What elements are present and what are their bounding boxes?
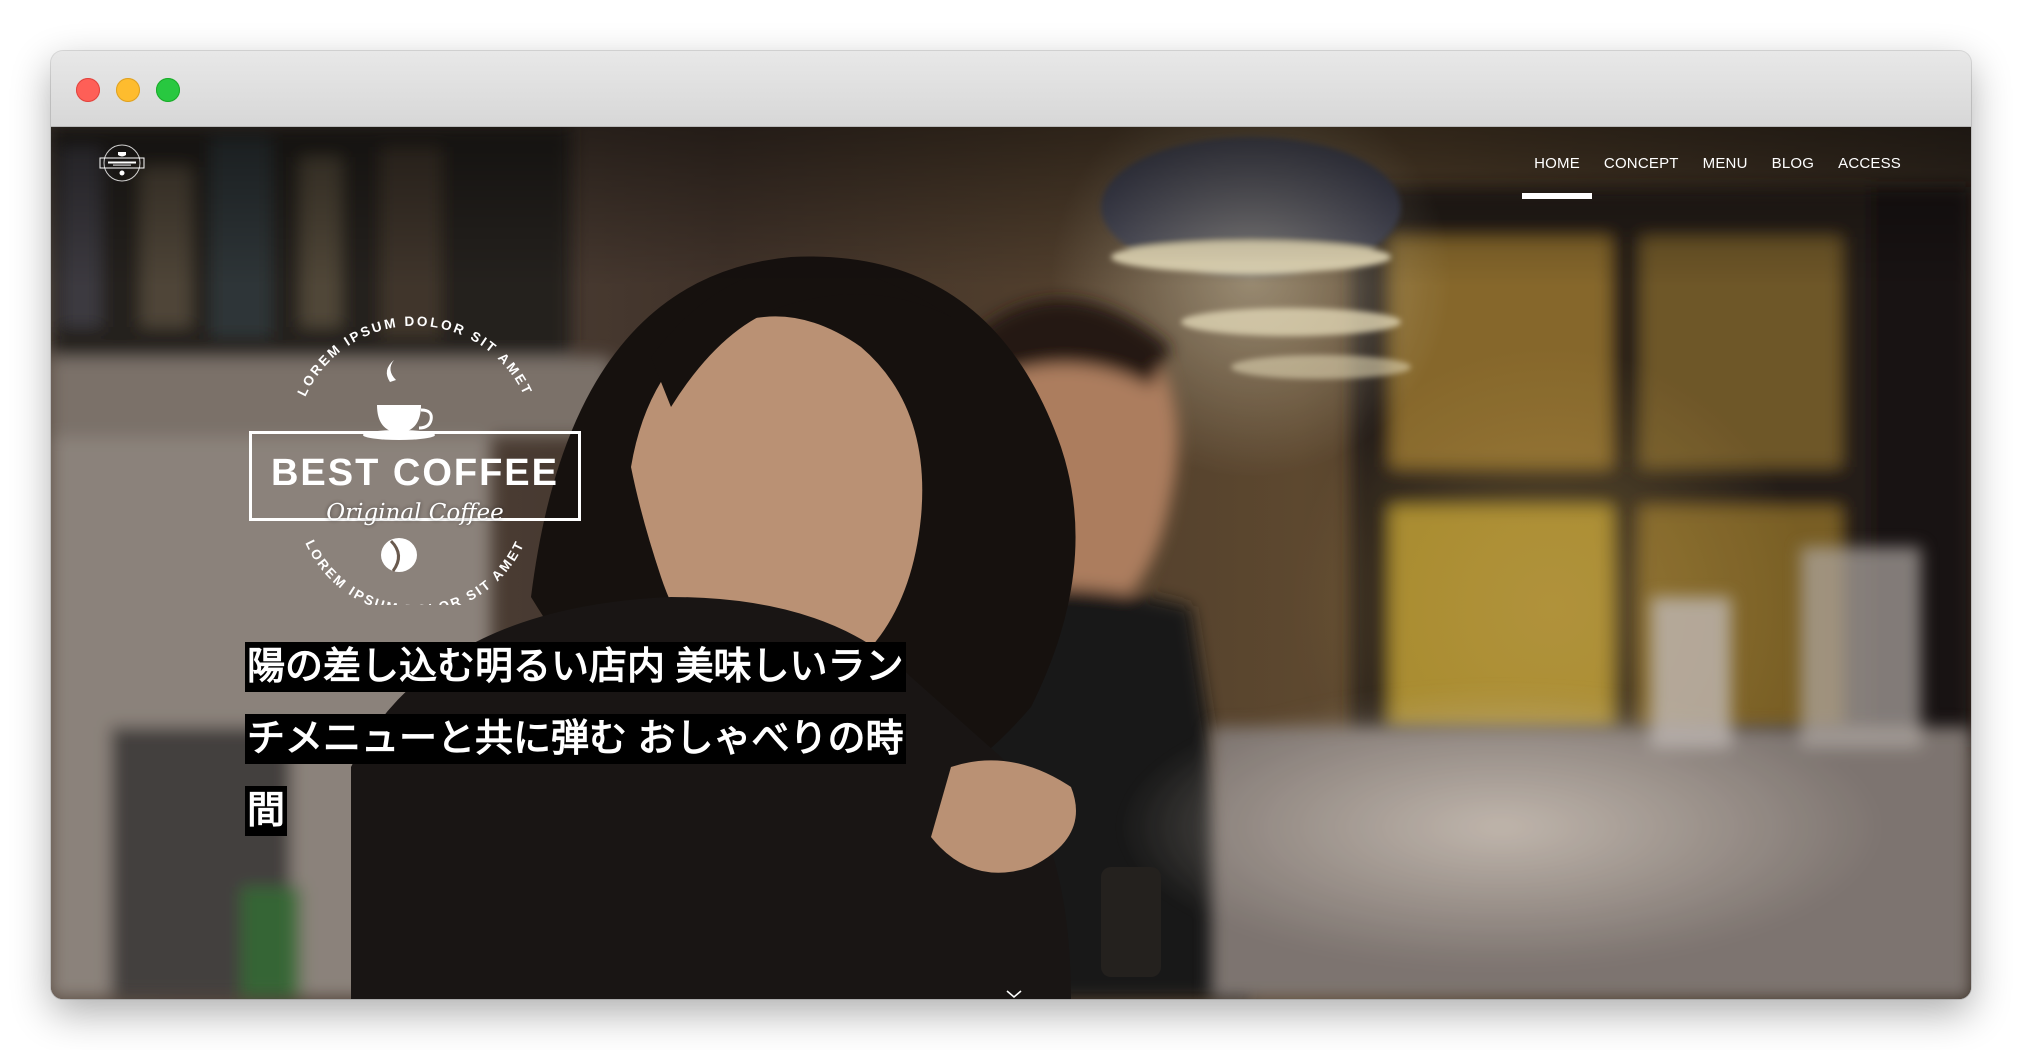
- svg-text:LOREM IPSUM DOLOR SIT AMET: LOREM IPSUM DOLOR SIT AMET: [294, 315, 535, 398]
- best-coffee-logo-icon[interactable]: [96, 143, 148, 183]
- nav-blog[interactable]: BLOG: [1760, 127, 1826, 201]
- nav-home[interactable]: HOME: [1522, 127, 1592, 201]
- hero-tagline: 陽の差し込む明るい店内 美味しいラン チメニューと共に弾む おしゃべりの時 間: [245, 642, 1005, 858]
- emblem-brand-name: BEST COFFEE: [270, 452, 560, 494]
- chevron-down-icon[interactable]: [1005, 989, 1023, 999]
- emblem-subtitle: Original Coffee: [326, 500, 504, 526]
- browser-window: HOME CONCEPT MENU BLOG ACCESS LOREM IPSU…: [51, 51, 1971, 999]
- emblem-title-box: BEST COFFEE Original Coffee: [249, 431, 581, 526]
- title-bar: [51, 51, 1971, 127]
- coffee-cup-icon: [363, 360, 435, 440]
- close-window-button[interactable]: [76, 78, 100, 102]
- nav-concept[interactable]: CONCEPT: [1592, 127, 1691, 201]
- coffee-bean-icon: [381, 538, 417, 572]
- tagline-line-3: 間: [245, 786, 288, 836]
- tagline-line-2: チメニューと共に弾む おしゃべりの時: [245, 714, 906, 764]
- nav-menu[interactable]: MENU: [1691, 127, 1760, 201]
- maximize-window-button[interactable]: [156, 78, 180, 102]
- minimize-window-button[interactable]: [116, 78, 140, 102]
- nav-access[interactable]: ACCESS: [1826, 127, 1913, 201]
- main-nav: HOME CONCEPT MENU BLOG ACCESS: [1522, 127, 1913, 201]
- tagline-line-1: 陽の差し込む明るい店内 美味しいラン: [245, 642, 906, 692]
- emblem-arc-top: LOREM IPSUM DOLOR SIT AMET: [294, 315, 533, 398]
- hero-section: HOME CONCEPT MENU BLOG ACCESS LOREM IPSU…: [51, 127, 1971, 999]
- brand-emblem: LOREM IPSUM DOLOR SIT AMET LOREM IPSUM D…: [245, 315, 593, 605]
